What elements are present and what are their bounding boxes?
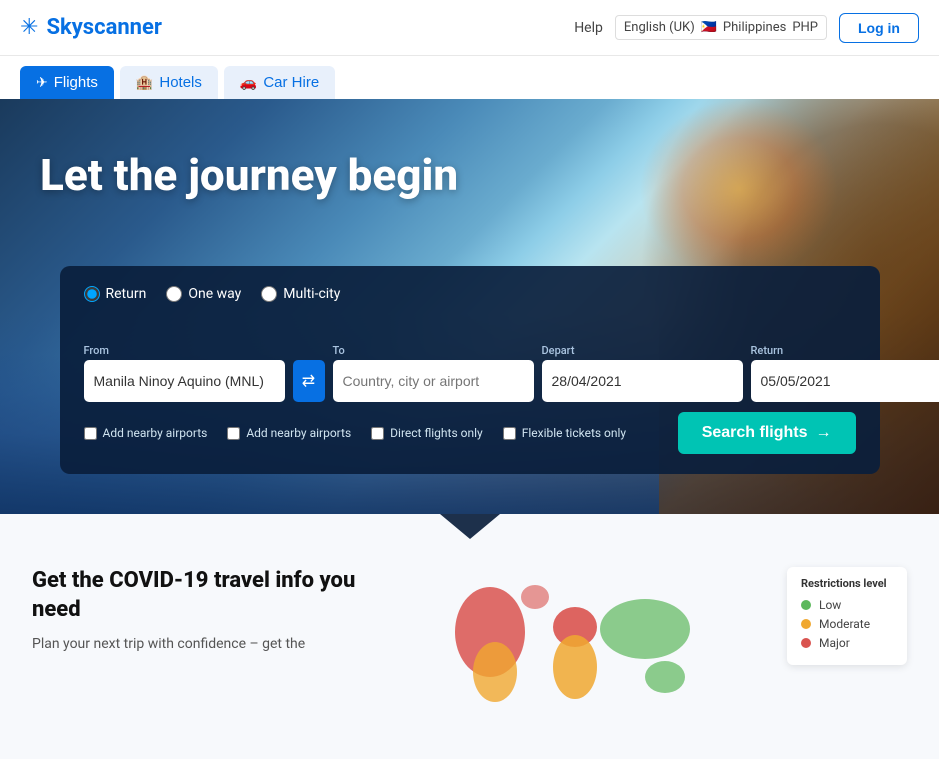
depart-label: Depart	[542, 344, 743, 357]
trip-type-row: Return One way Multi-city	[84, 286, 856, 302]
flexible-tickets-text: Flexible tickets only	[522, 426, 626, 440]
arrow-connector	[0, 514, 939, 539]
nearby-from-label[interactable]: Add nearby airports	[84, 426, 208, 440]
map-container: Restrictions level Low Moderate Major	[420, 567, 907, 731]
hero-title: Let the journey begin	[40, 149, 458, 201]
return-group: Return	[751, 344, 939, 402]
nearby-from-checkbox[interactable]	[84, 427, 97, 440]
covid-text: Get the COVID-19 travel info you need Pl…	[32, 567, 380, 731]
multi-city-radio-label[interactable]: Multi-city	[261, 286, 340, 302]
swap-button[interactable]: ⇄	[293, 360, 325, 402]
language-selector[interactable]: English (UK) 🇵🇭 Philippines PHP	[615, 15, 827, 40]
to-label: To	[333, 344, 534, 357]
major-label: Major	[819, 636, 850, 650]
search-panel: Return One way Multi-city From ⇄	[60, 266, 880, 474]
tab-flights[interactable]: ✈ Flights	[20, 66, 114, 99]
tab-hotels-label: Hotels	[159, 74, 202, 91]
flights-icon: ✈	[36, 74, 48, 91]
help-link[interactable]: Help	[574, 20, 603, 36]
major-dot	[801, 638, 811, 648]
logo: ✳ Skyscanner	[20, 15, 162, 40]
covid-title: Get the COVID-19 travel info you need	[32, 567, 380, 624]
one-way-label: One way	[188, 286, 241, 302]
world-map	[420, 567, 720, 727]
search-flights-button[interactable]: Search flights →	[678, 412, 856, 454]
legend-low: Low	[801, 598, 893, 612]
search-flights-label: Search flights	[702, 424, 808, 442]
tab-car-hire[interactable]: 🚗 Car Hire	[224, 66, 335, 99]
low-label: Low	[819, 598, 841, 612]
covid-description: Plan your next trip with confidence – ge…	[32, 634, 380, 655]
legend-title: Restrictions level	[801, 577, 893, 590]
language-label: English (UK)	[624, 20, 695, 35]
from-label: From	[84, 344, 285, 357]
flexible-tickets-label[interactable]: Flexible tickets only	[503, 426, 626, 440]
legend-moderate: Moderate	[801, 617, 893, 631]
nearby-to-checkbox[interactable]	[227, 427, 240, 440]
multi-city-radio[interactable]	[261, 286, 277, 302]
nearby-to-label[interactable]: Add nearby airports	[227, 426, 351, 440]
flexible-tickets-checkbox[interactable]	[503, 427, 516, 440]
return-radio[interactable]	[84, 286, 100, 302]
header: ✳ Skyscanner Help English (UK) 🇵🇭 Philip…	[0, 0, 939, 56]
tab-flights-label: Flights	[54, 74, 98, 91]
depart-input[interactable]	[542, 360, 743, 402]
checkboxes-row: Add nearby airports Add nearby airports …	[84, 412, 856, 454]
direct-flights-label[interactable]: Direct flights only	[371, 426, 483, 440]
logo-text: Skyscanner	[46, 15, 162, 40]
to-input[interactable]	[333, 360, 534, 402]
from-input[interactable]	[84, 360, 285, 402]
depart-group: Depart	[542, 344, 743, 402]
arrow-down	[440, 514, 500, 539]
covid-section: Get the COVID-19 travel info you need Pl…	[0, 539, 939, 759]
country-flag: 🇵🇭	[701, 20, 717, 35]
direct-flights-text: Direct flights only	[390, 426, 483, 440]
moderate-label: Moderate	[819, 617, 870, 631]
tab-car-hire-label: Car Hire	[263, 74, 319, 91]
sunset-glow	[639, 99, 839, 279]
login-button[interactable]: Log in	[839, 13, 919, 43]
car-hire-icon: 🚗	[240, 74, 257, 91]
return-radio-label[interactable]: Return	[84, 286, 147, 302]
low-dot	[801, 600, 811, 610]
skyscanner-icon: ✳	[20, 15, 38, 40]
return-label: Return	[106, 286, 147, 302]
moderate-dot	[801, 619, 811, 629]
return-input[interactable]	[751, 360, 939, 402]
return-label: Return	[751, 344, 939, 357]
hero-section: Let the journey begin Return One way Mul…	[0, 99, 939, 514]
from-group: From	[84, 344, 285, 402]
hotels-icon: 🏨	[136, 74, 153, 91]
nearby-from-text: Add nearby airports	[103, 426, 208, 440]
country-name: Philippines	[723, 20, 786, 35]
swap-icon: ⇄	[302, 371, 315, 391]
currency-label: PHP	[792, 20, 818, 35]
header-right: Help English (UK) 🇵🇭 Philippines PHP Log…	[574, 13, 919, 43]
search-arrow-icon: →	[816, 424, 832, 442]
fields-row: From ⇄ To Depart Return	[84, 318, 856, 402]
one-way-radio[interactable]	[166, 286, 182, 302]
legend-major: Major	[801, 636, 893, 650]
nearby-to-text: Add nearby airports	[246, 426, 351, 440]
multi-city-label: Multi-city	[283, 286, 340, 302]
to-group: To	[333, 344, 534, 402]
direct-flights-checkbox[interactable]	[371, 427, 384, 440]
nav-tabs: ✈ Flights 🏨 Hotels 🚗 Car Hire	[0, 56, 939, 99]
map-legend: Restrictions level Low Moderate Major	[787, 567, 907, 665]
tab-hotels[interactable]: 🏨 Hotels	[120, 66, 218, 99]
one-way-radio-label[interactable]: One way	[166, 286, 241, 302]
